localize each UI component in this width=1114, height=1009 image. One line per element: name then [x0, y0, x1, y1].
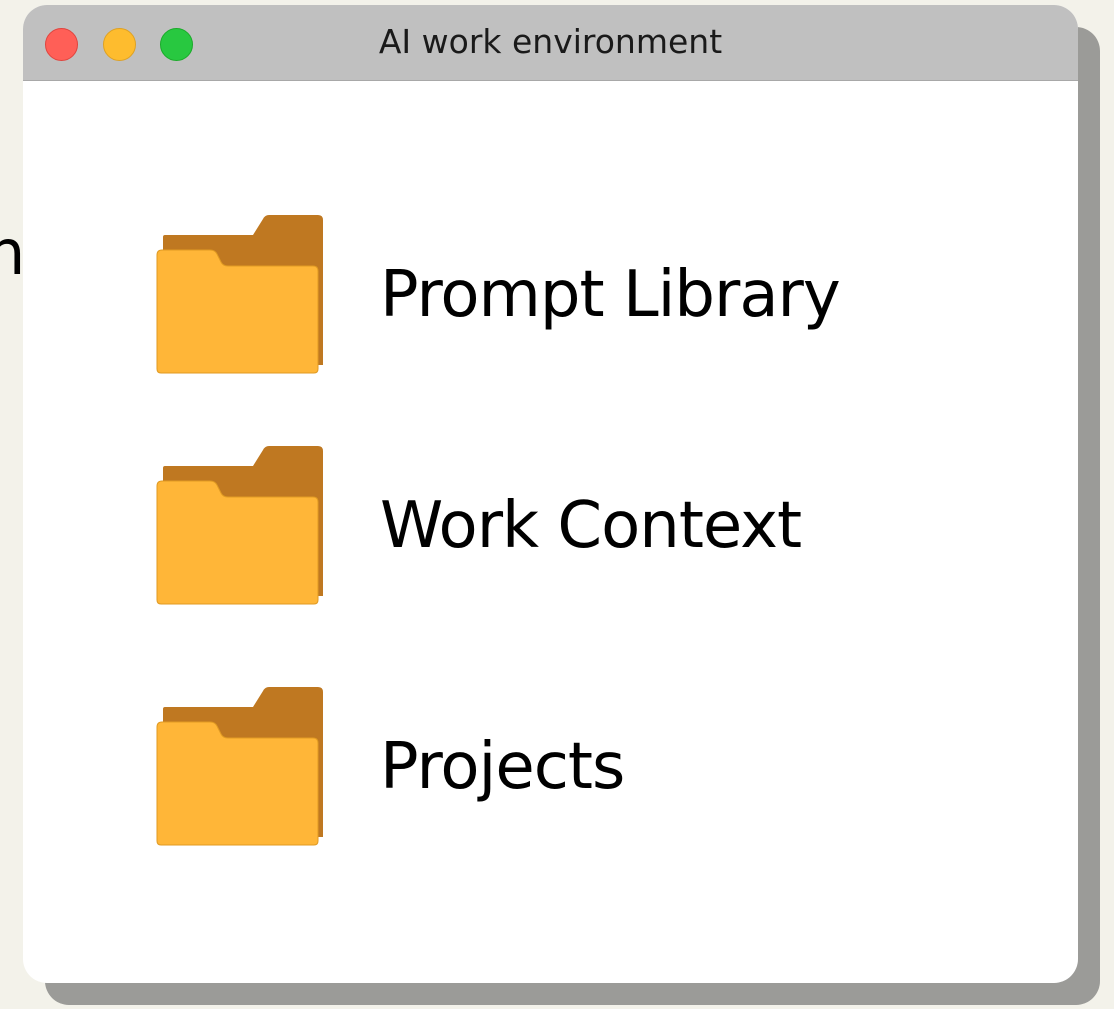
app-window: AI work environment Prompt Library Work …: [23, 5, 1078, 983]
folder-item-work-context[interactable]: Work Context: [155, 446, 975, 606]
folder-icon[interactable]: [155, 446, 325, 606]
folder-icon[interactable]: [155, 215, 325, 375]
folder-icon[interactable]: [155, 687, 325, 847]
folder-item-projects[interactable]: Projects: [155, 687, 975, 847]
window-titlebar[interactable]: AI work environment: [23, 5, 1078, 81]
folder-label: Projects: [380, 729, 625, 804]
folder-label: Work Context: [380, 488, 802, 563]
background-text-fragment: n: [0, 216, 26, 289]
folder-item-prompt-library[interactable]: Prompt Library: [155, 215, 975, 375]
window-title: AI work environment: [378, 22, 723, 61]
folder-label: Prompt Library: [380, 257, 841, 332]
